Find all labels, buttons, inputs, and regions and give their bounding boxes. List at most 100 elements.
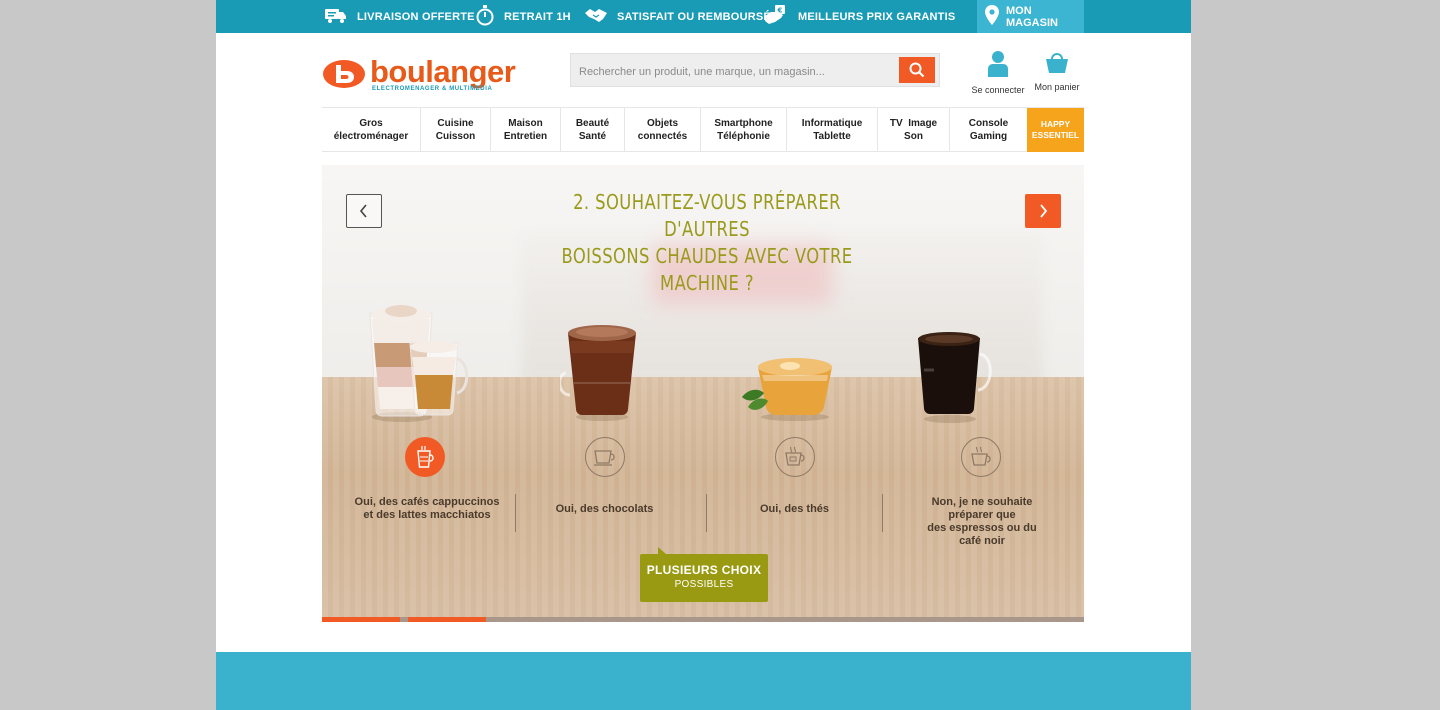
perk-label: SATISFAIT OU REMBOURSÉ: [617, 10, 771, 23]
boulanger-logo[interactable]: boulanger ELECTROMENAGER & MULTIMEDIA: [322, 54, 552, 98]
nav-line: Tablette: [813, 130, 851, 142]
handshake-icon: [584, 7, 608, 26]
option-espresso-label[interactable]: Non, je ne souhaite préparer que des esp…: [902, 496, 1062, 548]
prev-slide-button[interactable]: [346, 194, 382, 228]
nav-item-console[interactable]: Console Gaming: [950, 108, 1027, 151]
search-bar: [570, 53, 940, 87]
perk-label: LIVRAISON OFFERTE: [357, 10, 475, 23]
cart-label: Mon panier: [1034, 82, 1080, 92]
question-line: BOISSONS CHAUDES AVEC VOTRE MACHINE ?: [561, 244, 853, 295]
price-tag-icon: €: [763, 4, 789, 29]
nav-line: Entretien: [503, 130, 548, 142]
basket-icon: [1046, 53, 1068, 73]
nav-line: Cuisson: [435, 130, 476, 142]
nav-line: Console: [968, 117, 1009, 129]
nav-item-gros-electromenager[interactable]: Gros électroménager: [322, 108, 421, 151]
nav-line: TV Image: [889, 117, 938, 129]
multiple-choice-badge: PLUSIEURS CHOIX POSSIBLES: [640, 547, 768, 602]
option-line: et des lattes macchiatos: [363, 509, 491, 521]
stopwatch-icon: [475, 4, 495, 29]
nav-line: Gros: [359, 117, 383, 129]
nav-line: Téléphonie: [717, 130, 770, 142]
tea-glass-icon: [785, 446, 805, 466]
option-chocolats-label[interactable]: Oui, des chocolats: [522, 503, 687, 516]
nav-line: Gaming: [969, 130, 1008, 142]
perk-satisfied-refund[interactable]: SATISFAIT OU REMBOURSÉ: [584, 0, 771, 33]
hero-quiz-slide: 2. SOUHAITEZ-VOUS PRÉPARER D'AUTRES BOIS…: [322, 165, 1084, 622]
option-line: des espressos ou du: [927, 522, 1037, 534]
tea-glass-image: [742, 358, 832, 421]
perk-best-price[interactable]: € MEILLEURS PRIX GARANTIS: [763, 0, 955, 33]
option-thes-toggle[interactable]: [775, 437, 815, 477]
option-separator: [706, 494, 707, 532]
user-icon: [988, 51, 1008, 77]
main-nav: Gros électroménager Cuisine Cuisson Maison…: [322, 107, 1084, 152]
nav-item-objets-connectes[interactable]: Objets connectés: [625, 108, 701, 151]
top-bar: LIVRAISON OFFERTE RETRAIT 1H SATISFAIT O…: [216, 0, 1191, 33]
coffee-glass-image: [918, 332, 992, 423]
next-slide-button[interactable]: [1025, 194, 1061, 228]
nav-line: électroménager: [333, 130, 409, 142]
option-espresso-toggle[interactable]: [961, 437, 1001, 477]
badge-subtitle: POSSIBLES: [674, 579, 734, 590]
nav-line: connectés: [637, 130, 688, 142]
nav-line: ESSENTIEL: [1031, 130, 1080, 140]
nav-item-beaute[interactable]: Beauté Santé: [561, 108, 625, 151]
logo-wordmark: boulanger: [370, 54, 516, 89]
nav-item-smartphone[interactable]: Smartphone Téléphonie: [701, 108, 787, 151]
option-line: préparer que: [948, 509, 1016, 521]
option-chocolats-toggle[interactable]: [585, 437, 625, 477]
perk-pickup-1h[interactable]: RETRAIT 1H: [475, 0, 571, 33]
location-pin-icon: [985, 5, 999, 28]
question-line: 2. SOUHAITEZ-VOUS PRÉPARER D'AUTRES: [573, 190, 841, 241]
progress-step-done: [322, 617, 400, 622]
latte-glasses-image: [369, 305, 469, 422]
nav-line: Beauté: [575, 117, 610, 129]
svg-text:€: €: [776, 7, 782, 15]
coffee-cup-icon: [971, 446, 991, 466]
nav-item-informatique[interactable]: Informatique Tablette: [787, 108, 878, 151]
account-label: Se connecter: [971, 85, 1025, 95]
perk-label: RETRAIT 1H: [504, 10, 571, 23]
my-store-link[interactable]: MON MAGASIN: [977, 0, 1084, 33]
progress-step-done: [408, 617, 486, 622]
cart-button[interactable]: Mon panier: [1027, 50, 1087, 92]
page: LIVRAISON OFFERTE RETRAIT 1H SATISFAIT O…: [216, 0, 1191, 710]
nav-line: Cuisine: [437, 117, 474, 129]
my-store-label: MON MAGASIN: [1006, 4, 1058, 29]
option-separator: [882, 494, 883, 532]
option-line: Oui, des cafés cappuccinos: [354, 496, 500, 508]
option-line: Oui, des chocolats: [555, 503, 654, 515]
footer-band: [216, 652, 1191, 710]
nav-line: Son: [904, 130, 923, 142]
option-thes-label[interactable]: Oui, des thés: [712, 503, 877, 516]
search-input[interactable]: [577, 60, 891, 84]
logo-tagline: ELECTROMENAGER & MULTIMEDIA: [372, 86, 493, 92]
option-line: Non, je ne souhaite: [931, 496, 1033, 508]
nav-item-happy-essentiel[interactable]: HAPPY ESSENTIEL: [1027, 108, 1084, 152]
perk-label: MEILLEURS PRIX GARANTIS: [798, 10, 956, 23]
search-button[interactable]: [899, 57, 935, 83]
nav-line: Objets: [646, 117, 679, 129]
badge-title: PLUSIEURS CHOIX: [646, 563, 762, 577]
option-separator: [515, 494, 516, 532]
nav-line: Santé: [578, 130, 607, 142]
chevron-left-icon: [359, 204, 367, 218]
nav-line: Informatique: [801, 117, 863, 129]
nav-line: Smartphone: [714, 117, 773, 129]
account-button[interactable]: Se connecter: [968, 50, 1028, 95]
chevron-right-icon: [1040, 204, 1048, 218]
option-line: café noir: [959, 535, 1005, 547]
option-lattes-toggle[interactable]: [405, 437, 445, 477]
latte-glass-icon: [417, 446, 434, 468]
nav-item-maison[interactable]: Maison Entretien: [491, 108, 561, 151]
truck-icon: [324, 6, 348, 27]
nav-line: HAPPY: [1040, 119, 1071, 129]
nav-item-cuisine[interactable]: Cuisine Cuisson: [421, 108, 491, 151]
nav-item-tv[interactable]: TV Image Son: [878, 108, 950, 151]
quiz-progress-bar: [322, 617, 1084, 622]
option-lattes-label[interactable]: Oui, des cafés cappuccinos et des lattes…: [342, 496, 512, 522]
perk-free-delivery[interactable]: LIVRAISON OFFERTE: [324, 0, 475, 33]
quiz-question: 2. SOUHAITEZ-VOUS PRÉPARER D'AUTRES BOIS…: [547, 189, 867, 297]
chocolate-glass-image: [560, 325, 636, 421]
